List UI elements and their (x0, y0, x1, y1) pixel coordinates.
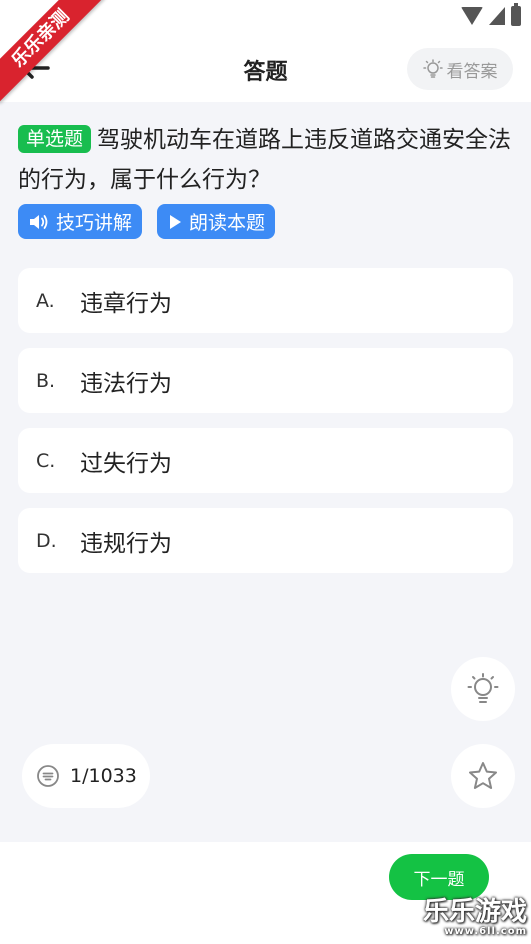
read-aloud-label: 朗读本题 (189, 212, 266, 234)
view-answer-button[interactable]: 看答案 (407, 48, 513, 90)
view-answer-label: 看答案 (446, 61, 498, 82)
signal-icon (489, 7, 505, 25)
speaker-icon (30, 214, 48, 229)
option-b[interactable]: B. 违法行为 (18, 348, 513, 413)
tips-button[interactable]: 技巧讲解 (18, 204, 143, 239)
corner-ribbon: 乐乐亲测 (0, 0, 110, 110)
option-letter: A. (36, 289, 55, 312)
star-icon (469, 762, 497, 789)
lightbulb-icon (422, 59, 443, 78)
option-text: 过失行为 (80, 450, 172, 477)
main-content: 单选题 驾驶机动车在道路上违反道路交通安全法的行为，属于什么行为？ 技巧讲解 朗读… (0, 102, 531, 842)
counter-text: 1/1033 (70, 765, 137, 787)
favorite-button[interactable] (451, 744, 515, 808)
question-block: 单选题 驾驶机动车在道路上违反道路交通安全法的行为，属于什么行为？ (18, 120, 513, 200)
option-letter: C. (36, 449, 56, 472)
question-counter[interactable]: 1/1033 (22, 744, 150, 808)
ribbon-label: 乐乐亲测 (0, 0, 105, 103)
tips-label: 技巧讲解 (56, 212, 133, 234)
list-icon (37, 765, 59, 787)
options-list: A. 违章行为 B. 违法行为 C. 过失行为 D. 违规行为 (18, 268, 513, 588)
footer: 下一题 乐乐游戏 www.6ll.com (0, 842, 531, 944)
read-aloud-button[interactable]: 朗读本题 (157, 204, 276, 239)
option-text: 违规行为 (80, 530, 172, 557)
watermark-text: 乐乐游戏 (422, 897, 527, 927)
option-c[interactable]: C. 过失行为 (18, 428, 513, 493)
wifi-icon (461, 7, 483, 25)
option-text: 违法行为 (80, 370, 172, 397)
hint-button[interactable] (451, 657, 515, 721)
question-type-badge: 单选题 (18, 125, 92, 153)
watermark-url: www.6ll.com (444, 926, 527, 937)
option-a[interactable]: A. 违章行为 (18, 268, 513, 333)
tool-row: 技巧讲解 朗读本题 (18, 204, 276, 239)
play-icon (170, 214, 182, 229)
battery-icon (511, 3, 521, 26)
status-icons (461, 3, 521, 26)
option-letter: D. (36, 529, 57, 552)
question-text: 驾驶机动车在道路上违反道路交通安全法的行为，属于什么行为？ (18, 127, 512, 193)
lightbulb-icon (467, 673, 499, 703)
option-d[interactable]: D. 违规行为 (18, 508, 513, 573)
next-question-button[interactable]: 下一题 (389, 854, 489, 900)
option-letter: B. (36, 369, 56, 392)
option-text: 违章行为 (80, 290, 172, 317)
quiz-screen: 乐乐亲测 答题 看答案 单选题 驾驶机动车在道路上违反道路交通安全法的行为，属于什… (0, 0, 531, 944)
watermark: 乐乐游戏 www.6ll.com (423, 898, 527, 938)
